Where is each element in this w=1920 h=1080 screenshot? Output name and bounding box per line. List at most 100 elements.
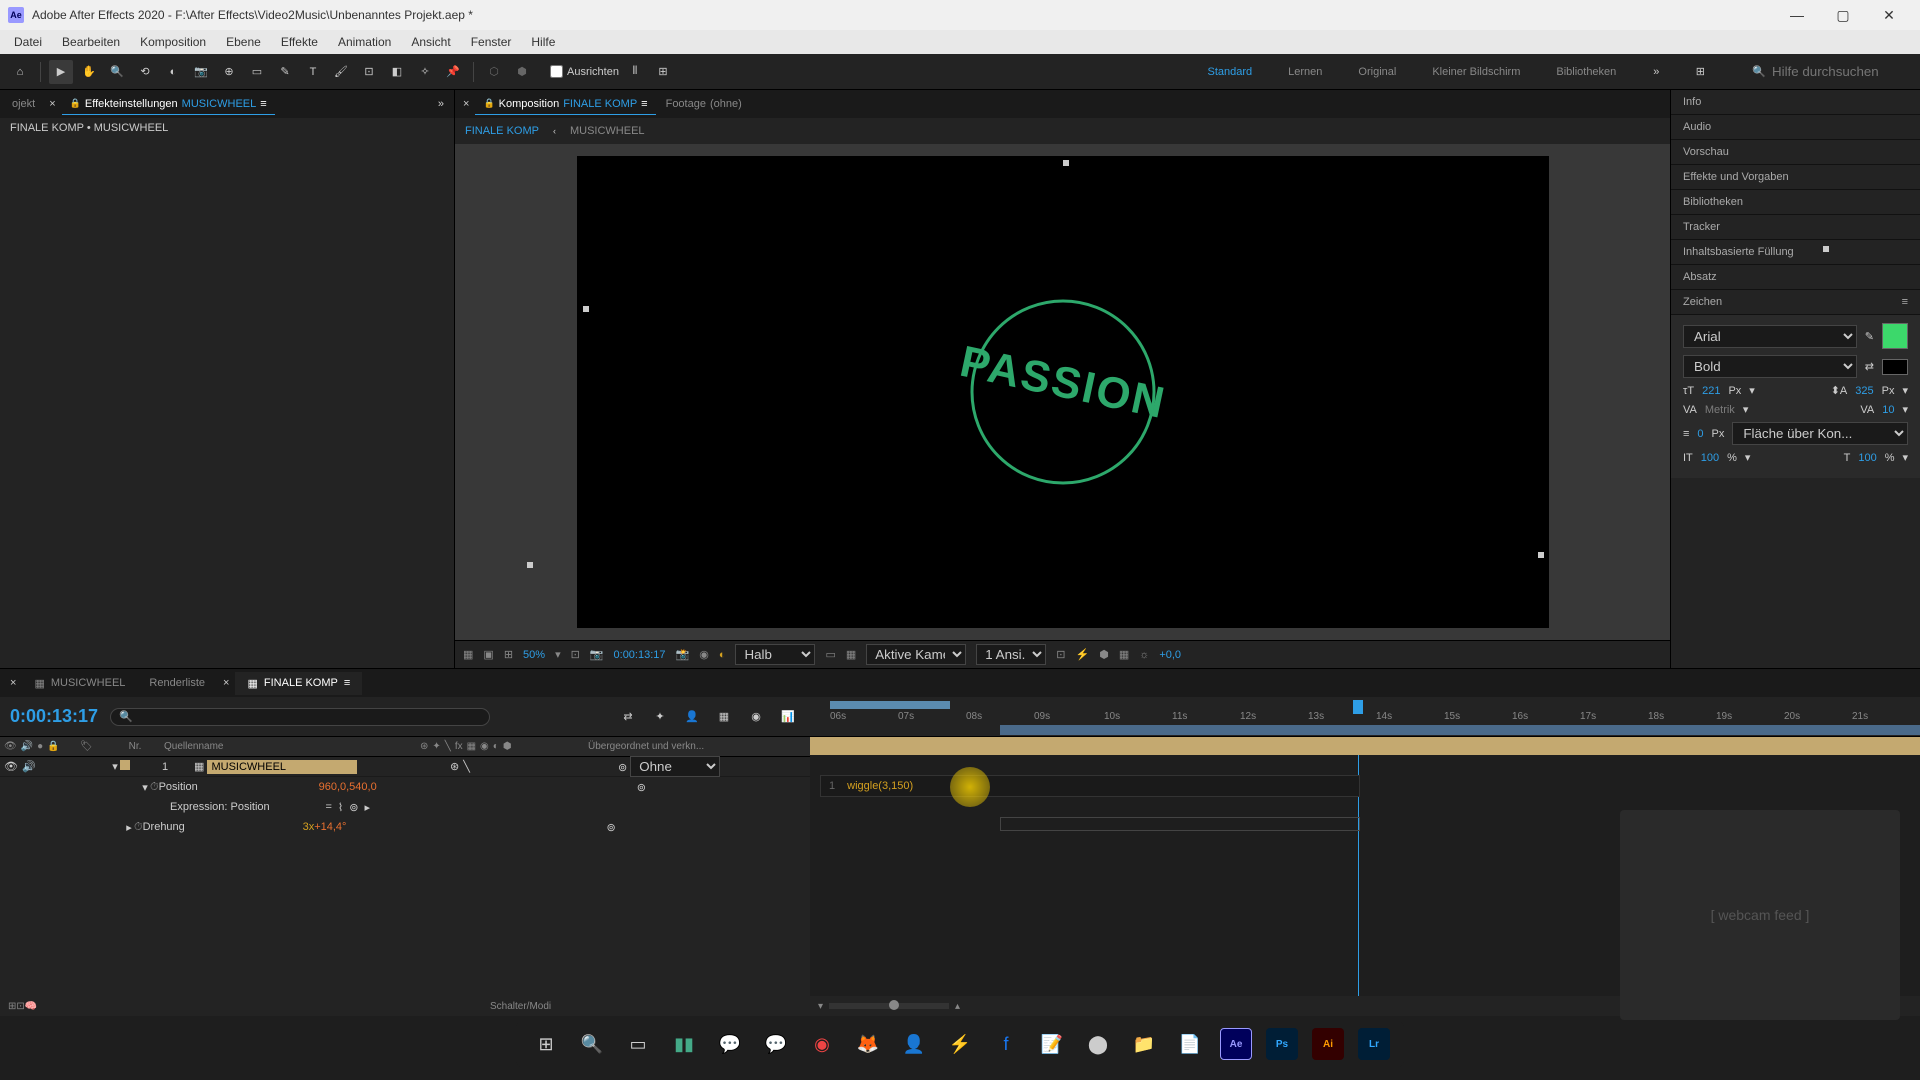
panel-info[interactable]: Info: [1671, 90, 1920, 115]
widgets-button[interactable]: ▮▮: [664, 1024, 704, 1064]
font-family-select[interactable]: Arial: [1683, 325, 1857, 348]
maximize-button[interactable]: ▢: [1820, 0, 1866, 30]
motion-blur-icon[interactable]: ◉: [744, 705, 768, 729]
comp-subtab-finale[interactable]: FINALE KOMP: [465, 125, 539, 137]
transparency-icon[interactable]: ▦: [846, 648, 856, 661]
tab-footage[interactable]: Footage (ohne): [658, 94, 750, 114]
tab-effect-controls[interactable]: 🔒 Effekteinstellungen MUSICWHEEL ≡: [62, 94, 275, 115]
3d-icon[interactable]: ⬢: [503, 741, 512, 752]
font-style-select[interactable]: Bold: [1683, 355, 1857, 378]
quality-icon[interactable]: ╲: [445, 741, 451, 752]
zoom-out-icon[interactable]: ▾: [818, 1001, 823, 1012]
menu-bearbeiten[interactable]: Bearbeiten: [52, 33, 130, 51]
dropdown-icon[interactable]: ▾: [1749, 384, 1755, 397]
eraser-tool-icon[interactable]: ◧: [385, 60, 409, 84]
panel-vorschau[interactable]: Vorschau: [1671, 140, 1920, 165]
current-timecode[interactable]: 0:00:13:17: [10, 706, 98, 727]
snapshot-icon[interactable]: 📸: [676, 648, 690, 661]
timeline-tab-musicwheel[interactable]: ▦ MUSICWHEEL: [22, 672, 137, 695]
tab-composition[interactable]: 🔒 Komposition FINALE KOMP ≡: [475, 94, 655, 115]
playhead[interactable]: [1353, 700, 1363, 714]
obs-icon[interactable]: ⬤: [1078, 1024, 1118, 1064]
menu-komposition[interactable]: Komposition: [130, 33, 216, 51]
panel-overflow-icon[interactable]: »: [432, 98, 450, 110]
timeline-tab-finale[interactable]: ▦ FINALE KOMP ≡: [235, 672, 362, 695]
render-queue-icon[interactable]: ⊡: [16, 1001, 24, 1012]
zoom-dropdown-icon[interactable]: ▾: [555, 648, 561, 661]
hscale-value[interactable]: 100: [1858, 452, 1876, 464]
tab-close-icon[interactable]: ×: [45, 98, 59, 110]
channel-icon[interactable]: ◉: [699, 648, 709, 661]
panel-effekte[interactable]: Effekte und Vorgaben: [1671, 165, 1920, 190]
panel-contentaware[interactable]: Inhaltsbasierte Füllung: [1671, 240, 1920, 265]
panel-zeichen-header[interactable]: Zeichen≡: [1671, 290, 1920, 315]
mask-icon[interactable]: ▣: [483, 648, 493, 661]
photoshop-icon[interactable]: Ps: [1262, 1024, 1302, 1064]
switches-label[interactable]: Schalter/Modi: [490, 1001, 551, 1012]
chevron-left-icon[interactable]: ‹: [553, 126, 556, 136]
dropdown-icon[interactable]: ▾: [1902, 384, 1908, 397]
zoom-value[interactable]: 50%: [523, 649, 545, 661]
fx-icon[interactable]: fx: [455, 741, 463, 752]
snap-default-icon[interactable]: ⊞: [651, 60, 675, 84]
hide-shy-icon[interactable]: 👤: [680, 705, 704, 729]
panel-audio[interactable]: Audio: [1671, 115, 1920, 140]
leading-value[interactable]: 325: [1855, 385, 1873, 397]
after-effects-icon[interactable]: Ae: [1216, 1024, 1256, 1064]
facebook-icon[interactable]: f: [986, 1024, 1026, 1064]
anchor-tool-icon[interactable]: ⊕: [217, 60, 241, 84]
pickwhip-icon[interactable]: ⊚: [606, 821, 615, 834]
fill-color-swatch[interactable]: [1882, 323, 1908, 349]
draft3d-icon[interactable]: ✦: [648, 705, 672, 729]
help-search-input[interactable]: [1772, 64, 1912, 79]
minimize-button[interactable]: —: [1774, 0, 1820, 30]
workspace-standard[interactable]: Standard: [1200, 62, 1261, 82]
rotation-degrees[interactable]: +14,4°: [314, 821, 346, 833]
exposure-value[interactable]: +0,0: [1159, 649, 1181, 661]
twirl-right-icon[interactable]: ▸: [124, 821, 134, 834]
frameblend-icon[interactable]: ▦: [467, 741, 476, 752]
brush-tool-icon[interactable]: 🖌: [329, 60, 353, 84]
eye-icon[interactable]: 👁: [4, 760, 18, 773]
vscale-value[interactable]: 100: [1701, 452, 1719, 464]
notepad-icon[interactable]: 📄: [1170, 1024, 1210, 1064]
workspace-overflow-icon[interactable]: »: [1644, 60, 1668, 84]
dropdown-icon[interactable]: ▾: [1902, 451, 1908, 464]
workspace-klein[interactable]: Kleiner Bildschirm: [1424, 62, 1528, 82]
app-icon-person[interactable]: 👤: [894, 1024, 934, 1064]
layer-row-1[interactable]: 👁🔊 ▾ 1 ▦ MUSICWHEEL ⊛ ╲ ⊚ Ohne: [0, 757, 810, 777]
graph-editor-icon[interactable]: 📊: [776, 705, 800, 729]
label-column-icon[interactable]: 🏷: [80, 741, 110, 752]
expr-menu-icon[interactable]: ▸: [364, 801, 370, 814]
firefox-icon[interactable]: 🦊: [848, 1024, 888, 1064]
camera-tool-icon[interactable]: 📷: [189, 60, 213, 84]
wireframe-icon[interactable]: ⬢: [510, 60, 534, 84]
puppet-tool-icon[interactable]: 📌: [441, 60, 465, 84]
stopwatch-icon[interactable]: ⏱: [150, 781, 159, 794]
pickwhip-icon[interactable]: ⊚: [618, 762, 627, 774]
collapse-icon[interactable]: ✦: [432, 741, 440, 752]
roi-icon[interactable]: ▭: [825, 648, 835, 661]
lightroom-icon[interactable]: Lr: [1354, 1024, 1394, 1064]
menu-ansicht[interactable]: Ansicht: [401, 33, 460, 51]
dropdown-icon[interactable]: ▾: [1745, 451, 1751, 464]
viewer-timecode[interactable]: 0:00:13:17: [614, 649, 666, 661]
start-button[interactable]: ⊞: [526, 1024, 566, 1064]
camera-select[interactable]: Aktive Kamera: [866, 644, 966, 665]
tab-close-icon[interactable]: ×: [217, 677, 235, 689]
workspace-bibliotheken[interactable]: Bibliotheken: [1548, 62, 1624, 82]
time-ruler[interactable]: 06s 07s 08s 09s 10s 11s 12s 13s 14s 15s …: [810, 697, 1920, 736]
toggle-switches-icon[interactable]: ⊞: [8, 1001, 16, 1012]
workspace-reset-icon[interactable]: ⊞: [1688, 60, 1712, 84]
panel-menu-icon[interactable]: ≡: [1902, 296, 1908, 308]
expr-enable-icon[interactable]: =: [325, 801, 331, 814]
rotation-turns[interactable]: 3x: [303, 821, 315, 833]
stroke-width-value[interactable]: 0: [1697, 428, 1703, 440]
shape-tool-icon[interactable]: ▭: [245, 60, 269, 84]
res-full-icon[interactable]: ⊡: [571, 648, 580, 661]
panel-menu-icon[interactable]: ≡: [641, 98, 647, 110]
collapse-sw-icon[interactable]: ⊛: [450, 760, 459, 773]
alpha-icon[interactable]: ▦: [463, 648, 473, 661]
expr-graph-icon[interactable]: ⌇: [338, 801, 343, 814]
comp-flowchart-icon[interactable]: ⇄: [616, 705, 640, 729]
